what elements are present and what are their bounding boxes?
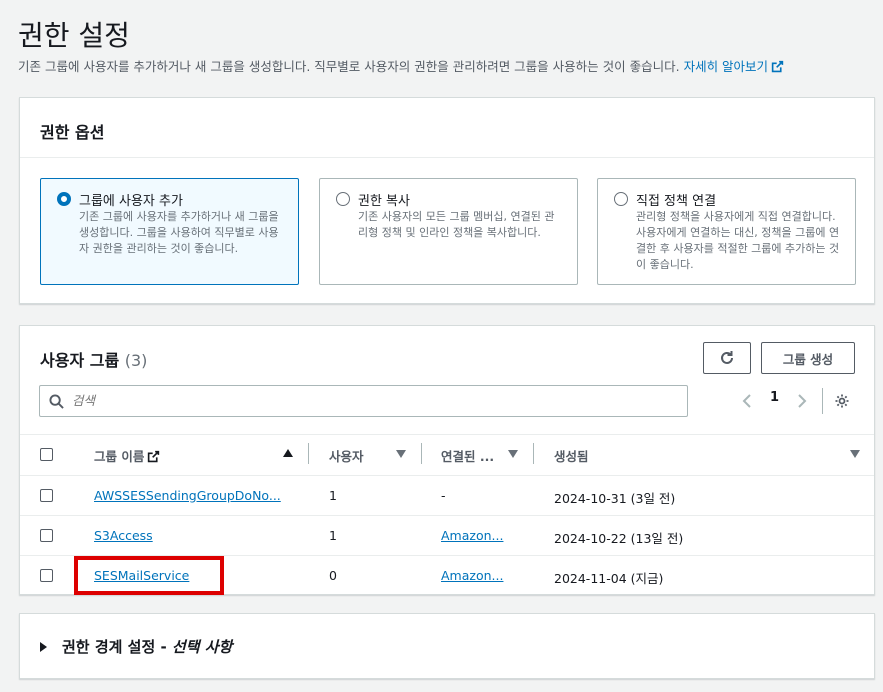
- table-row[interactable]: AWSSESSendingGroupDoNo... 1 - 2024-10-31…: [20, 475, 874, 515]
- page-description-text: 기존 그룹에 사용자를 추가하거나 새 그룹을 생성합니다. 직무별로 사용자의…: [18, 59, 680, 74]
- option-title: 그룹에 사용자 추가: [79, 194, 183, 209]
- user-groups-title: 사용자 그룹 (3): [40, 347, 147, 371]
- user-groups-panel: 사용자 그룹 (3) 그룹 생성 1 그룹 이름 사용자 연결된 ... 생성됨…: [19, 325, 875, 595]
- users-count: 0: [329, 568, 337, 583]
- column-header-created[interactable]: 생성됨: [554, 446, 589, 465]
- radio-icon[interactable]: [614, 192, 628, 206]
- page-number[interactable]: 1: [770, 390, 779, 405]
- refresh-icon: [721, 351, 733, 364]
- option-title: 직접 정책 연결: [636, 194, 717, 209]
- group-name-link[interactable]: S3Access: [94, 528, 153, 543]
- group-name-link[interactable]: AWSSESSendingGroupDoNo...: [94, 488, 281, 503]
- select-all-checkbox[interactable]: [40, 448, 53, 461]
- option-description: 관리형 정책을 사용자에게 직접 연결합니다. 사용자에게 연결하는 대신, 정…: [636, 210, 840, 271]
- caret-right-icon[interactable]: [40, 642, 47, 652]
- divider: [20, 157, 874, 158]
- next-page-icon[interactable]: [797, 394, 807, 408]
- divider: [822, 388, 823, 414]
- permission-options-title: 권한 옵션: [40, 123, 105, 142]
- permission-boundary-optional: 선택 사항: [171, 638, 233, 656]
- external-link-icon: [771, 60, 784, 73]
- created-date: 2024-10-31 (3일 전): [554, 491, 676, 506]
- settings-gear-icon[interactable]: [834, 393, 850, 409]
- row-checkbox[interactable]: [40, 569, 53, 582]
- row-checkbox[interactable]: [40, 489, 53, 502]
- users-count: 1: [329, 488, 337, 503]
- column-separator: [421, 443, 422, 464]
- permission-boundary-panel[interactable]: 권한 경계 설정 - 선택 사항: [19, 613, 875, 679]
- refresh-button[interactable]: [703, 342, 751, 374]
- attached-policies-link[interactable]: Amazon...: [441, 568, 503, 583]
- option-description: 기존 사용자의 모든 그룹 멤버십, 연결된 관리형 정책 및 인라인 정책을 …: [358, 210, 555, 239]
- option-title: 권한 복사: [358, 194, 410, 209]
- sort-icon[interactable]: [850, 450, 860, 458]
- sort-icon[interactable]: [508, 450, 518, 458]
- search-box[interactable]: [39, 385, 688, 417]
- create-group-button[interactable]: 그룹 생성: [761, 342, 855, 374]
- table-header-divider: [20, 434, 874, 435]
- search-input[interactable]: [72, 393, 652, 408]
- column-separator: [533, 443, 534, 464]
- learn-more-link[interactable]: 자세히 알아보기: [684, 59, 784, 74]
- attached-policies-link[interactable]: Amazon...: [441, 528, 503, 543]
- option-description: 기존 그룹에 사용자를 추가하거나 새 그룹을 생성합니다. 그룹을 사용하여 …: [79, 210, 279, 255]
- option-add-to-group[interactable]: 그룹에 사용자 추가 기존 그룹에 사용자를 추가하거나 새 그룹을 생성합니다…: [40, 178, 299, 285]
- column-header-users[interactable]: 사용자: [329, 446, 364, 465]
- search-icon: [49, 394, 64, 409]
- attached-policies: -: [441, 488, 446, 503]
- radio-icon[interactable]: [336, 192, 350, 206]
- sort-ascending-icon[interactable]: [283, 449, 293, 457]
- sort-icon[interactable]: [396, 450, 406, 458]
- column-separator: [308, 443, 309, 464]
- created-date: 2024-11-04 (지금): [554, 571, 664, 586]
- row-checkbox[interactable]: [40, 529, 53, 542]
- radio-selected-icon[interactable]: [57, 192, 71, 206]
- column-header-group-name[interactable]: 그룹 이름: [94, 446, 160, 465]
- page-title: 권한 설정: [18, 19, 130, 52]
- option-attach-policies[interactable]: 직접 정책 연결 관리형 정책을 사용자에게 직접 연결합니다. 사용자에게 연…: [597, 178, 856, 285]
- permission-options-panel: 권한 옵션 그룹에 사용자 추가 기존 그룹에 사용자를 추가하거나 새 그룹을…: [19, 97, 875, 304]
- users-count: 1: [329, 528, 337, 543]
- permission-boundary-title-text: 권한 경계 설정 -: [62, 638, 172, 656]
- page-description: 기존 그룹에 사용자를 추가하거나 새 그룹을 생성합니다. 직무별로 사용자의…: [18, 56, 784, 75]
- column-header-attached-policies[interactable]: 연결된 ...: [441, 446, 494, 465]
- user-groups-count: (3): [124, 351, 148, 370]
- external-link-icon: [148, 450, 160, 463]
- created-date: 2024-10-22 (13일 전): [554, 531, 684, 546]
- permission-boundary-title[interactable]: 권한 경계 설정 - 선택 사항: [62, 636, 232, 657]
- prev-page-icon[interactable]: [742, 394, 752, 408]
- user-groups-title-text: 사용자 그룹: [40, 351, 120, 370]
- highlight-box: [74, 556, 224, 595]
- table-row[interactable]: S3Access 1 Amazon... 2024-10-22 (13일 전): [20, 515, 874, 555]
- option-copy-permissions[interactable]: 권한 복사 기존 사용자의 모든 그룹 멤버십, 연결된 관리형 정책 및 인라…: [319, 178, 578, 285]
